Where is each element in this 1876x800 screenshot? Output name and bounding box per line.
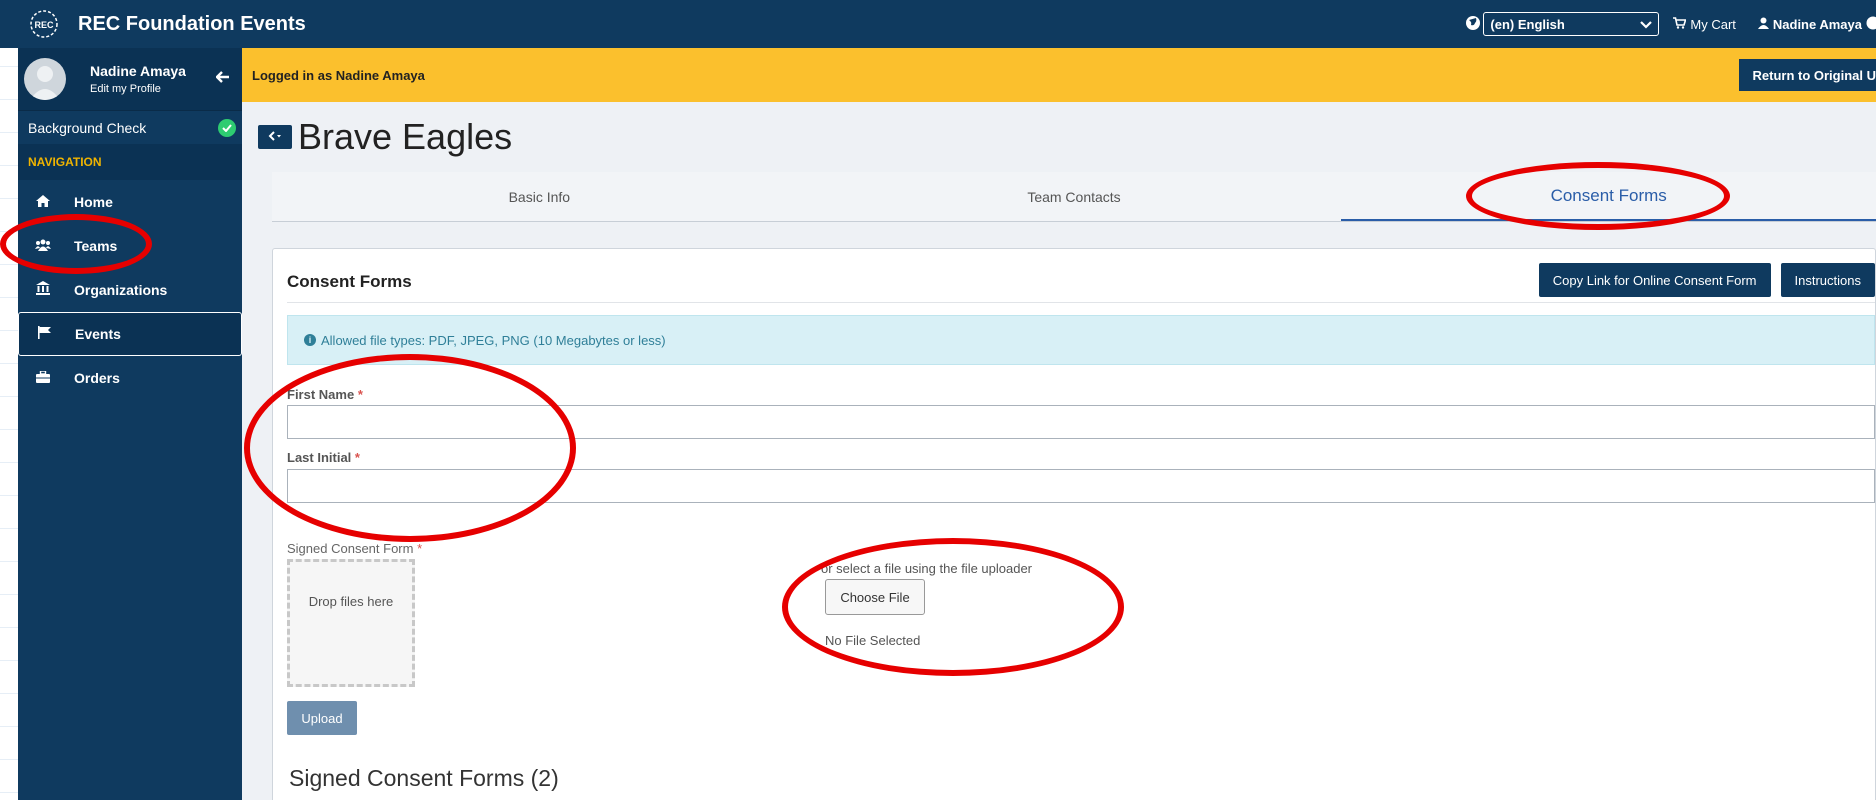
user-name: Nadine Amaya bbox=[1772, 16, 1862, 32]
card-header: Consent Forms Copy Link for Online Conse… bbox=[287, 261, 1875, 303]
last-initial-label-text: Last Initial bbox=[287, 450, 352, 465]
file-dropzone[interactable]: Drop files here bbox=[287, 559, 415, 687]
page-title: Brave Eagles bbox=[298, 116, 513, 157]
impersonation-banner: Logged in as Nadine Amaya Return to Orig… bbox=[242, 48, 1876, 102]
sidebar-item-label: Home bbox=[74, 194, 113, 210]
signed-consent-form-label-text: Signed Consent Form bbox=[287, 541, 414, 556]
instructions-button[interactable]: Instructions bbox=[1780, 263, 1875, 297]
background-check-status[interactable]: Background Check bbox=[18, 110, 242, 144]
sidebar-item-label: Orders bbox=[74, 370, 120, 386]
chevron-down-icon bbox=[1640, 17, 1653, 32]
avatar[interactable] bbox=[24, 58, 66, 100]
sidebar: Nadine Amaya Edit my Profile Background … bbox=[18, 48, 242, 800]
last-initial-label: Last Initial * bbox=[287, 450, 360, 465]
first-name-label-text: First Name bbox=[287, 387, 355, 402]
tab-consent-forms[interactable]: Consent Forms bbox=[1341, 172, 1876, 221]
user-menu[interactable]: Nadine Amaya bbox=[1757, 16, 1876, 33]
help-icon[interactable] bbox=[1866, 16, 1876, 33]
consent-forms-card: Consent Forms Copy Link for Online Conse… bbox=[272, 248, 1876, 800]
info-icon: i bbox=[304, 334, 316, 346]
sidebar-profile: Nadine Amaya Edit my Profile bbox=[18, 48, 242, 110]
dropzone-text: Drop files here bbox=[308, 594, 394, 609]
sidebar-item-teams[interactable]: Teams bbox=[18, 224, 242, 268]
main-content: Logged in as Nadine Amaya Return to Orig… bbox=[242, 48, 1876, 800]
team-tabs: Basic Info Team Contacts Consent Forms bbox=[272, 172, 1876, 222]
card-title: Consent Forms bbox=[287, 271, 412, 291]
briefcase-icon bbox=[32, 369, 54, 387]
required-marker: * bbox=[357, 387, 363, 402]
cart-label: My Cart bbox=[1690, 16, 1736, 32]
language-select-value: (en) English bbox=[1490, 16, 1565, 32]
no-file-selected-text: No File Selected bbox=[825, 633, 921, 648]
uploader-note: or select a file using the file uploader bbox=[821, 561, 1033, 576]
sidebar-item-label: Teams bbox=[74, 238, 118, 254]
top-navbar: REC REC Foundation Events (en) English M… bbox=[0, 0, 1876, 48]
edit-profile-link[interactable]: Edit my Profile bbox=[90, 83, 186, 95]
rec-logo-icon[interactable]: REC bbox=[26, 6, 62, 42]
sidebar-item-home[interactable]: Home bbox=[18, 180, 242, 224]
chevron-left-icon bbox=[268, 130, 282, 144]
institution-icon bbox=[32, 281, 54, 299]
file-types-text: Allowed file types: PDF, JPEG, PNG (10 M… bbox=[321, 332, 666, 348]
flag-icon bbox=[33, 325, 55, 343]
logged-in-text: Logged in as Nadine Amaya bbox=[252, 67, 425, 83]
users-icon bbox=[32, 238, 54, 255]
upload-button[interactable]: Upload bbox=[287, 701, 357, 735]
sidebar-item-label: Events bbox=[75, 326, 121, 342]
home-icon bbox=[32, 194, 54, 211]
cart-icon bbox=[1673, 16, 1687, 32]
page-heading: Brave Eagles bbox=[242, 102, 1876, 172]
copy-link-button[interactable]: Copy Link for Online Consent Form bbox=[1538, 263, 1771, 297]
profile-name: Nadine Amaya bbox=[90, 63, 186, 79]
logo-text: REC bbox=[34, 20, 54, 30]
first-name-field[interactable] bbox=[287, 405, 1875, 439]
sidebar-item-events[interactable]: Events bbox=[18, 312, 242, 356]
user-icon bbox=[1757, 17, 1769, 32]
my-cart-link[interactable]: My Cart bbox=[1673, 17, 1736, 32]
globe-icon bbox=[1465, 15, 1481, 34]
required-marker: * bbox=[417, 541, 423, 556]
file-types-alert: i Allowed file types: PDF, JPEG, PNG (10… bbox=[287, 315, 1875, 365]
app-title[interactable]: REC Foundation Events bbox=[78, 13, 306, 36]
signed-consent-form-label: Signed Consent Form * bbox=[287, 541, 422, 556]
sidebar-item-organizations[interactable]: Organizations bbox=[18, 268, 242, 312]
sidebar-item-orders[interactable]: Orders bbox=[18, 356, 242, 400]
check-circle-icon bbox=[218, 118, 236, 137]
first-name-label: First Name * bbox=[287, 387, 363, 402]
tab-team-contacts[interactable]: Team Contacts bbox=[807, 172, 1342, 221]
return-to-original-user-button[interactable]: Return to Original U bbox=[1738, 59, 1876, 91]
choose-file-button[interactable]: Choose File bbox=[825, 579, 925, 615]
background-grid bbox=[0, 0, 18, 800]
tab-basic-info[interactable]: Basic Info bbox=[272, 172, 807, 221]
background-check-label: Background Check bbox=[28, 119, 147, 136]
sidebar-item-label: Organizations bbox=[74, 282, 168, 298]
back-dropdown-button[interactable] bbox=[258, 125, 292, 149]
last-initial-field[interactable] bbox=[287, 469, 1875, 503]
collapse-sidebar-icon[interactable] bbox=[215, 70, 230, 88]
signed-consent-forms-heading: Signed Consent Forms (2) bbox=[289, 765, 559, 791]
nav-header: NAVIGATION bbox=[18, 144, 242, 180]
language-select[interactable]: (en) English bbox=[1483, 12, 1660, 36]
required-marker: * bbox=[354, 450, 360, 465]
